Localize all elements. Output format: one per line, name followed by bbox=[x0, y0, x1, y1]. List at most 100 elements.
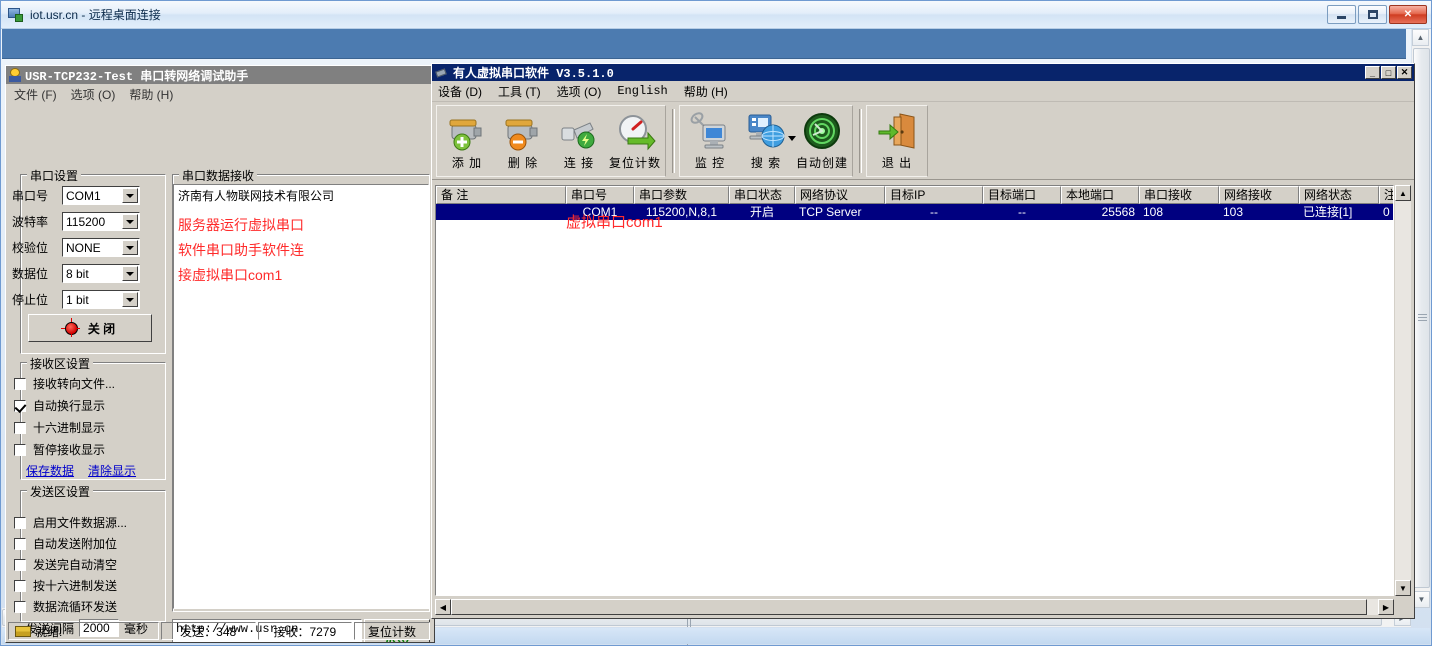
remote-desktop-window: iot.usr.cn - 远程桌面连接 ✕ ▲ ▼ ▶ USR-TCP232-T… bbox=[0, 0, 1432, 646]
vcom-scroll-down-button[interactable]: ▼ bbox=[1395, 580, 1411, 596]
checkbox-box-icon[interactable] bbox=[14, 378, 26, 390]
table-header-cell[interactable]: 串口号 bbox=[566, 186, 634, 204]
connect-icon bbox=[558, 111, 600, 151]
table-header-cell[interactable]: 串口状态 bbox=[729, 186, 795, 204]
rdp-maximize-button[interactable] bbox=[1358, 5, 1387, 24]
vcom-menu-help[interactable]: 帮助 (H) bbox=[684, 83, 728, 100]
checkbox-auto-wrap-label: 自动换行显示 bbox=[33, 397, 105, 414]
toolbar-reset-counter-button[interactable]: 复位计数 bbox=[607, 106, 663, 176]
rdp-window-controls: ✕ bbox=[1327, 5, 1427, 24]
chevron-down-icon[interactable] bbox=[122, 240, 138, 255]
toolbar-connect-label: 连 接 bbox=[564, 154, 594, 171]
checkbox-send-as-hex[interactable]: 按十六进制发送 bbox=[14, 577, 117, 594]
toolbar-monitor-button[interactable]: 监 控 bbox=[682, 106, 738, 176]
checkbox-pause-receive[interactable]: 暂停接收显示 bbox=[14, 441, 105, 458]
vcom-minimize-button[interactable]: _ bbox=[1365, 66, 1380, 79]
toolbar-delete-label: 删 除 bbox=[508, 154, 538, 171]
chevron-down-icon[interactable] bbox=[122, 188, 138, 203]
toolbar-auto-create-button[interactable]: 自动创建 bbox=[794, 106, 850, 176]
link-clear-display[interactable]: 清除显示 bbox=[88, 462, 136, 479]
vcom-hscroll-thumb[interactable] bbox=[451, 599, 1367, 615]
vcom-menu-options[interactable]: 选项 (O) bbox=[557, 83, 602, 100]
vcom-menu-english[interactable]: English bbox=[617, 84, 667, 98]
table-header-cell[interactable]: 备 注 bbox=[436, 186, 566, 204]
toolbar-search-label: 搜 索 bbox=[751, 154, 781, 171]
checkbox-clear-after-send[interactable]: 发送完自动清空 bbox=[14, 556, 117, 573]
label-parity: 校验位 bbox=[12, 239, 62, 256]
checkbox-box-icon[interactable] bbox=[14, 559, 26, 571]
checkbox-hex-display[interactable]: 十六进制显示 bbox=[14, 419, 105, 436]
table-header-cell[interactable]: 网络接收 bbox=[1219, 186, 1299, 204]
checkbox-box-icon[interactable] bbox=[14, 538, 26, 550]
toolbar-exit-button[interactable]: 退 出 bbox=[869, 106, 925, 176]
toolbar-search-button[interactable]: 搜 索 bbox=[738, 106, 794, 176]
close-serial-port-button[interactable]: 关 闭 bbox=[28, 314, 152, 342]
checkbox-auto-wrap[interactable]: 自动换行显示 bbox=[14, 397, 105, 414]
vcom-maximize-button[interactable]: □ bbox=[1381, 66, 1396, 79]
rdp-minimize-button[interactable] bbox=[1327, 5, 1356, 24]
vcom-table-horizontal-scrollbar[interactable]: ◀ ▶ bbox=[435, 599, 1394, 615]
table-header-cell[interactable]: 注 bbox=[1379, 186, 1394, 204]
chevron-down-icon[interactable] bbox=[122, 214, 138, 229]
vcom-menu-device[interactable]: 设备 (D) bbox=[438, 83, 482, 100]
menu-help[interactable]: 帮助 (H) bbox=[129, 86, 173, 103]
checkbox-recv-to-file-label: 接收转向文件... bbox=[33, 375, 115, 392]
vcom-close-button[interactable]: ✕ bbox=[1397, 66, 1412, 79]
combo-data-bits[interactable]: 8 bit bbox=[62, 264, 140, 283]
toolbar-separator bbox=[672, 109, 675, 173]
toolbar-monitor-label: 监 控 bbox=[695, 154, 725, 171]
combo-baud-rate[interactable]: 115200 bbox=[62, 212, 140, 231]
checkbox-box-icon[interactable] bbox=[14, 444, 26, 456]
checkbox-auto-send-suffix[interactable]: 自动发送附加位 bbox=[14, 535, 117, 552]
status-reset-counter-cell[interactable]: 复位计数 bbox=[354, 622, 430, 640]
toolbar-delete-button[interactable]: 删 除 bbox=[495, 106, 551, 176]
checkbox-box-icon[interactable] bbox=[14, 517, 26, 529]
table-header-cell[interactable]: 目标端口 bbox=[983, 186, 1061, 204]
table-header-cell[interactable]: 串口参数 bbox=[634, 186, 729, 204]
rdp-close-button[interactable]: ✕ bbox=[1389, 5, 1427, 24]
serial-data-receive-textarea[interactable]: 济南有人物联网技术有限公司 服务器运行虚拟串口 软件串口助手软件连 接虚拟串口c… bbox=[173, 184, 429, 609]
checkbox-box-icon[interactable] bbox=[14, 580, 26, 592]
menu-options[interactable]: 选项 (O) bbox=[71, 86, 116, 103]
table-header-cell[interactable]: 串口接收 bbox=[1139, 186, 1219, 204]
close-serial-port-label: 关 闭 bbox=[88, 320, 115, 337]
combo-baud-rate-value: 115200 bbox=[66, 215, 105, 229]
virtual-port-table: 备 注串口号串口参数串口状态网络协议目标IP目标端口本地端口串口接收网络接收网络… bbox=[435, 185, 1394, 596]
checkbox-loop-send[interactable]: 数据流循环发送 bbox=[14, 598, 117, 615]
rdp-scroll-up-button[interactable]: ▲ bbox=[1412, 29, 1429, 46]
toolbar-connect-button[interactable]: 连 接 bbox=[551, 106, 607, 176]
table-header-cell[interactable]: 本地端口 bbox=[1061, 186, 1139, 204]
checkbox-recv-to-file[interactable]: 接收转向文件... bbox=[14, 375, 115, 392]
rdp-titlebar: iot.usr.cn - 远程桌面连接 ✕ bbox=[1, 1, 1431, 29]
combo-com-port[interactable]: COM1 bbox=[62, 186, 140, 205]
vcom-table-vertical-scrollbar[interactable]: ▲ ▼ bbox=[1395, 185, 1411, 596]
link-clear-input[interactable]: 清除输入 bbox=[88, 642, 136, 643]
vcom-scroll-up-button[interactable]: ▲ bbox=[1395, 185, 1411, 201]
checkbox-box-icon[interactable] bbox=[14, 400, 26, 412]
vcom-scroll-right-button[interactable]: ▶ bbox=[1378, 599, 1394, 615]
checkbox-box-icon[interactable] bbox=[14, 601, 26, 613]
table-header-cell[interactable]: 网络协议 bbox=[795, 186, 885, 204]
chevron-down-icon[interactable] bbox=[122, 292, 138, 307]
rdp-scroll-down-button[interactable]: ▼ bbox=[1413, 591, 1430, 608]
toolbar-add-button[interactable]: 添 加 bbox=[439, 106, 495, 176]
table-header-cell[interactable]: 目标IP bbox=[885, 186, 983, 204]
table-annotation-label: 虚拟串口com1 bbox=[566, 211, 663, 232]
combo-parity[interactable]: NONE bbox=[62, 238, 140, 257]
chevron-down-icon[interactable] bbox=[122, 266, 138, 281]
vcom-menu-tools[interactable]: 工具 (T) bbox=[498, 83, 541, 100]
table-cell: TCP Server bbox=[795, 204, 885, 220]
table-cell: -- bbox=[983, 204, 1061, 220]
checkbox-box-icon[interactable] bbox=[14, 422, 26, 434]
checkbox-enable-file-source[interactable]: 启用文件数据源... bbox=[14, 514, 127, 531]
rdp-vscroll-thumb[interactable] bbox=[1413, 48, 1430, 588]
link-save-data[interactable]: 保存数据 bbox=[26, 462, 74, 479]
table-header-cell[interactable]: 网络状态 bbox=[1299, 186, 1379, 204]
vcom-scroll-left-button[interactable]: ◀ bbox=[435, 599, 451, 615]
checkbox-pause-receive-label: 暂停接收显示 bbox=[33, 441, 105, 458]
menu-file[interactable]: 文件 (F) bbox=[14, 86, 57, 103]
receive-settings-legend: 接收区设置 bbox=[27, 355, 93, 372]
table-cell: 开启 bbox=[729, 204, 795, 220]
link-load-file[interactable]: 文件载入 bbox=[26, 642, 74, 643]
combo-stop-bits[interactable]: 1 bit bbox=[62, 290, 140, 309]
